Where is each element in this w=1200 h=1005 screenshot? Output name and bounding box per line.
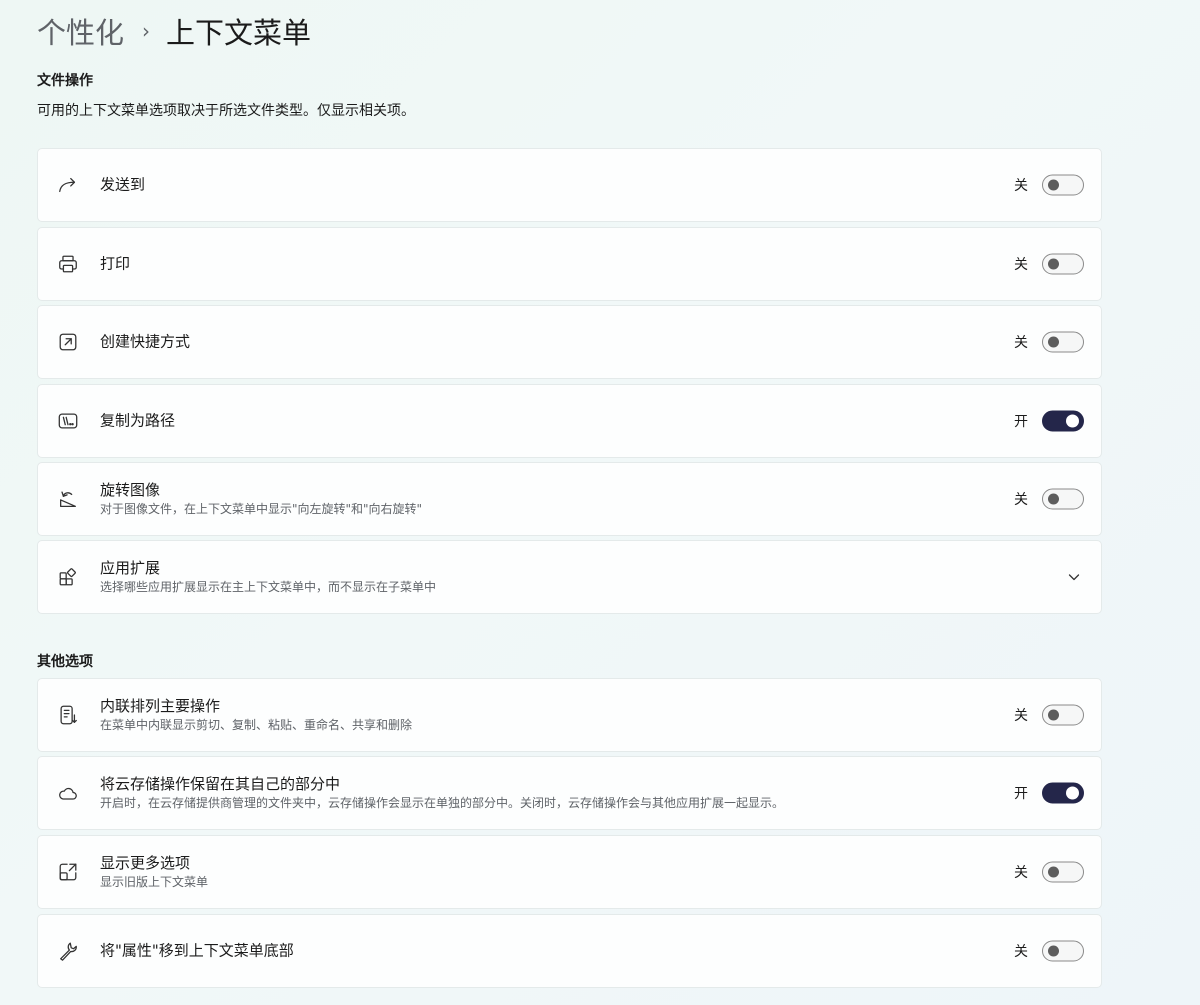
setting-description: 在菜单中内联显示剪切、复制、粘贴、重命名、共享和删除 — [100, 718, 413, 732]
print-toggle[interactable] — [1042, 253, 1084, 275]
breadcrumb-separator: › — [142, 19, 151, 43]
setting-label: 复制为路径 — [100, 411, 176, 430]
setting-label: 将"属性"移到上下文菜单底部 — [100, 941, 294, 960]
setting-label: 内联排列主要操作 — [100, 697, 221, 715]
setting-show-more-options: 显示更多选项 显示旧版上下文菜单 关 — [37, 835, 1102, 909]
breadcrumb-parent[interactable]: 个性化 — [37, 10, 124, 52]
share-arrow-icon — [56, 173, 80, 197]
setting-inline-actions: 内联排列主要操作 在菜单中内联显示剪切、复制、粘贴、重命名、共享和删除 关 — [37, 678, 1102, 752]
toggle-knob — [1048, 709, 1059, 721]
setting-description: 对于图像文件，在上下文菜单中显示"向左旋转"和"向右旋转" — [100, 502, 423, 516]
toggle-state-label: 关 — [1014, 708, 1028, 724]
section-description: 可用的上下文菜单选项取决于所选文件类型。仅显示相关项。 — [37, 103, 415, 119]
setting-label: 将云存储操作保留在其自己的部分中 — [100, 775, 341, 793]
printer-icon — [56, 252, 80, 276]
toggle-knob — [1066, 786, 1079, 800]
toggle-state-label: 开 — [1014, 414, 1028, 430]
inline-actions-toggle[interactable] — [1042, 704, 1084, 726]
toggle-knob — [1048, 866, 1059, 878]
section-title-other: 其他选项 — [37, 654, 93, 670]
more-options-icon — [56, 860, 80, 884]
setting-description: 选择哪些应用扩展显示在主上下文菜单中，而不显示在子菜单中 — [100, 580, 437, 594]
cloud-section-toggle[interactable] — [1042, 782, 1084, 804]
setting-label: 打印 — [100, 254, 131, 273]
setting-properties-bottom: 将"属性"移到上下文菜单底部 关 — [37, 914, 1102, 988]
toggle-state-label: 关 — [1014, 257, 1028, 273]
toggle-state-label: 关 — [1014, 492, 1028, 508]
setting-print: 打印 关 — [37, 227, 1102, 301]
chevron-down-icon[interactable] — [1067, 570, 1081, 584]
setting-app-extensions[interactable]: 应用扩展 选择哪些应用扩展显示在主上下文菜单中，而不显示在子菜单中 — [37, 540, 1102, 614]
setting-label: 发送到 — [100, 175, 146, 194]
setting-description: 显示旧版上下文菜单 — [100, 875, 209, 889]
path-icon — [56, 409, 80, 433]
create-shortcut-toggle[interactable] — [1042, 331, 1084, 353]
toggle-state-label: 关 — [1014, 944, 1028, 960]
toggle-knob — [1048, 945, 1059, 957]
toggle-knob — [1066, 414, 1079, 428]
wrench-icon — [56, 939, 80, 963]
setting-description: 开启时，在云存储提供商管理的文件夹中，云存储操作会显示在单独的部分中。关闭时，云… — [100, 796, 785, 810]
copy-as-path-toggle[interactable] — [1042, 410, 1084, 432]
page-title: 上下文菜单 — [166, 16, 312, 50]
setting-create-shortcut: 创建快捷方式 关 — [37, 305, 1102, 379]
toggle-knob — [1048, 493, 1059, 505]
setting-label: 创建快捷方式 — [100, 332, 191, 351]
setting-cloud-section: 将云存储操作保留在其自己的部分中 开启时，在云存储提供商管理的文件夹中，云存储操… — [37, 756, 1102, 830]
toggle-state-label: 关 — [1014, 178, 1028, 194]
setting-label: 应用扩展 — [100, 559, 161, 577]
shortcut-icon — [56, 330, 80, 354]
toggle-state-label: 开 — [1014, 786, 1028, 802]
setting-send-to: 发送到 关 — [37, 148, 1102, 222]
setting-label: 显示更多选项 — [100, 854, 191, 872]
cloud-icon — [56, 781, 80, 805]
toggle-knob — [1048, 336, 1059, 348]
toggle-state-label: 关 — [1014, 335, 1028, 351]
toggle-knob — [1048, 258, 1059, 270]
show-more-options-toggle[interactable] — [1042, 861, 1084, 883]
properties-bottom-toggle[interactable] — [1042, 940, 1084, 962]
section-title-file-ops: 文件操作 — [37, 73, 93, 89]
send-to-toggle[interactable] — [1042, 174, 1084, 196]
rotate-image-icon — [56, 487, 80, 511]
setting-rotate-image: 旋转图像 对于图像文件，在上下文菜单中显示"向左旋转"和"向右旋转" 关 — [37, 462, 1102, 536]
setting-label: 旋转图像 — [100, 481, 161, 499]
app-extensions-icon — [56, 565, 80, 589]
rotate-image-toggle[interactable] — [1042, 488, 1084, 510]
breadcrumb: 个性化 › 上下文菜单 — [37, 10, 311, 52]
toggle-state-label: 关 — [1014, 865, 1028, 881]
toggle-knob — [1048, 179, 1059, 191]
setting-copy-as-path: 复制为路径 开 — [37, 384, 1102, 458]
inline-list-icon — [56, 703, 80, 727]
